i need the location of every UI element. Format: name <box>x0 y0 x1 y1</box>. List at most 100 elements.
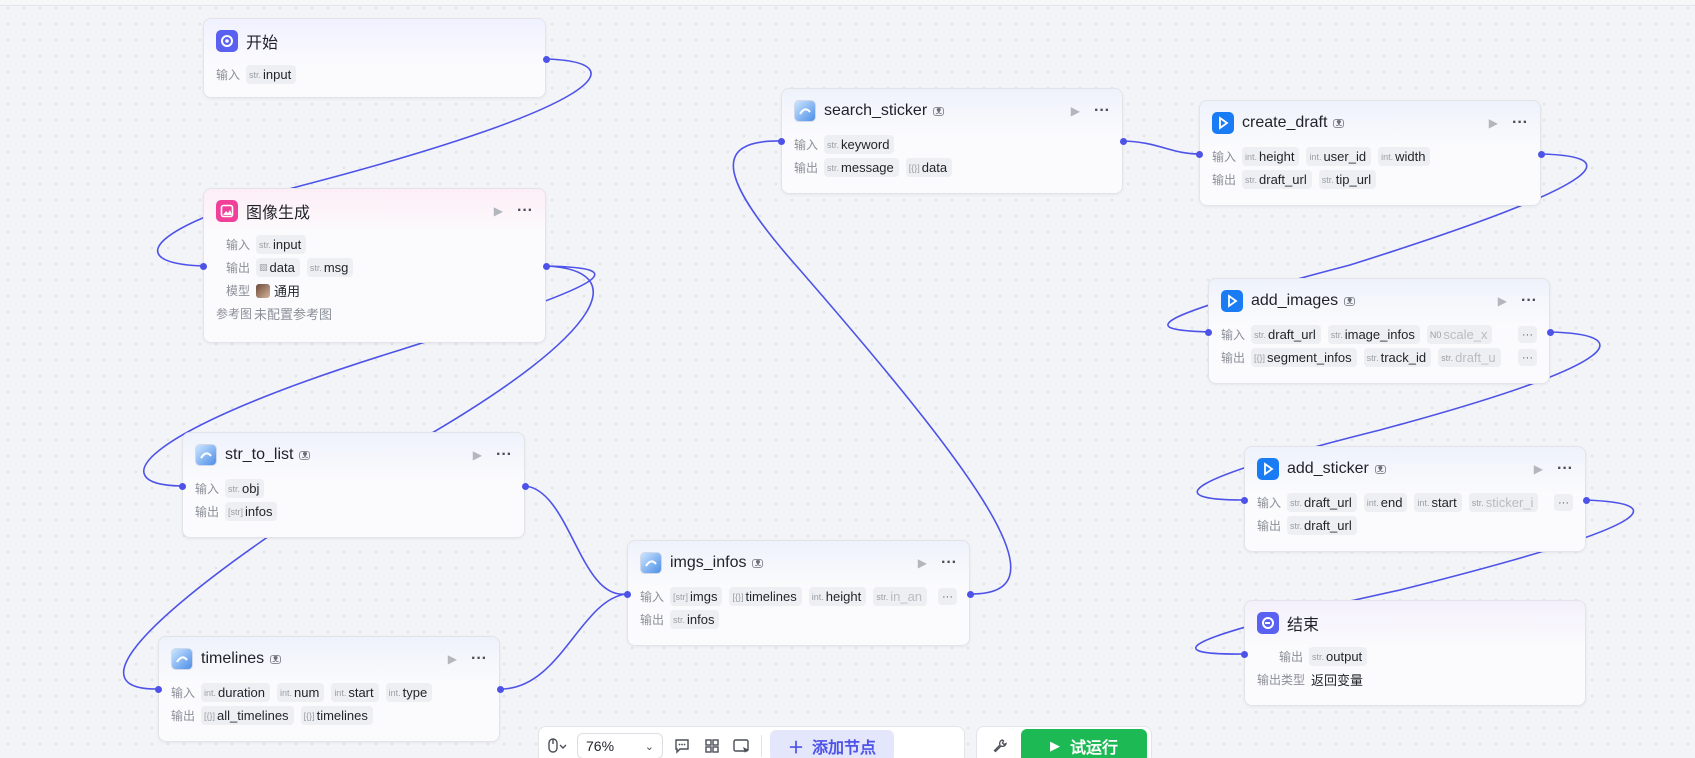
run-node-icon[interactable]: ▶ <box>1489 116 1498 130</box>
port-search-sticker-in[interactable] <box>778 138 785 145</box>
comment-icon[interactable] <box>671 738 693 754</box>
node-title: str_to_list <box>225 446 294 463</box>
test-run-button[interactable]: ▶ 试运行 <box>1021 729 1147 758</box>
node-timelines[interactable]: timelines ᴥ ▶ ··· 输入 int. duration int. nu… <box>158 636 500 742</box>
model-value: 通用 <box>274 284 301 299</box>
capcut-icon <box>1221 290 1243 312</box>
param-tag: [str] imgs <box>670 587 723 606</box>
capcut-icon <box>1257 458 1279 480</box>
plugin-badge-icon: ᴥ <box>1333 117 1345 128</box>
more-options-icon[interactable]: ··· <box>1094 103 1110 119</box>
more-params-button[interactable]: ··· <box>1518 349 1537 366</box>
port-start-out[interactable] <box>543 56 550 63</box>
run-node-icon[interactable]: ▶ <box>473 448 482 462</box>
port-image-gen-out[interactable] <box>543 263 550 270</box>
port-str-to-list-in[interactable] <box>179 483 186 490</box>
node-imgs-infos[interactable]: imgs_infos ᴥ ▶ ··· 输入 [str] imgs [{}] time… <box>627 540 970 646</box>
port-add-sticker-out[interactable] <box>1583 497 1590 504</box>
plugin-icon <box>640 552 662 574</box>
input-label: 输入 <box>216 68 241 82</box>
more-options-icon[interactable]: ··· <box>496 447 512 463</box>
param-tag: str. draft_url <box>1242 170 1312 189</box>
port-search-sticker-out[interactable] <box>1120 138 1127 145</box>
reference-label: 参考图 <box>216 307 253 321</box>
plugin-badge-icon: ᴥ <box>270 653 282 664</box>
port-str-to-list-out[interactable] <box>522 483 529 490</box>
port-add-images-out[interactable] <box>1547 329 1554 336</box>
plugin-icon <box>794 100 816 122</box>
param-tag: str. input <box>256 235 307 254</box>
node-output-row: 输出 [{}] segment_infos str. track_id str. dr… <box>1221 346 1537 369</box>
port-imgs-infos-in[interactable] <box>624 591 631 598</box>
test-run-label: 试运行 <box>1069 740 1118 757</box>
node-model-row: 模型 通用 <box>216 279 533 302</box>
minimap-icon[interactable] <box>731 738 753 754</box>
more-params-button[interactable]: ··· <box>938 588 957 605</box>
node-image-gen[interactable]: 图像生成 ▶ ··· 输入 str. input 输出 ▧ data str. msg… <box>203 188 546 343</box>
model-avatar <box>256 283 270 298</box>
port-timelines-in[interactable] <box>155 686 162 693</box>
more-options-icon[interactable]: ··· <box>941 555 957 571</box>
more-params-button[interactable]: ··· <box>1518 326 1537 343</box>
output-label: 输出 <box>171 709 196 723</box>
param-tag: [str] infos <box>225 502 278 521</box>
node-input-row: 输入 str. keyword <box>794 133 1110 156</box>
param-tag: str. msg <box>306 258 354 277</box>
port-imgs-infos-out[interactable] <box>967 591 974 598</box>
port-create-draft-out[interactable] <box>1538 151 1545 158</box>
more-params-button[interactable]: ··· <box>1554 494 1573 511</box>
wrench-icon[interactable] <box>989 738 1011 754</box>
param-tag: N0 scale_x <box>1426 325 1493 344</box>
run-node-icon[interactable]: ▶ <box>918 556 927 570</box>
node-output-row: 输出 str. draft_url <box>1257 514 1573 537</box>
node-start[interactable]: 开始 输入 str. input <box>203 18 546 98</box>
node-title: search_sticker <box>824 102 928 119</box>
port-image-gen-in[interactable] <box>200 263 207 270</box>
param-tag: int. width <box>1378 147 1431 166</box>
node-title: create_draft <box>1242 114 1328 131</box>
add-node-button[interactable]: ＋ 添加节点 <box>770 730 895 758</box>
node-end[interactable]: 结束 输出 str. output 输出类型 返回变量 <box>1244 600 1586 706</box>
end-icon <box>1257 612 1279 634</box>
mouse-mode-icon[interactable] <box>547 738 569 754</box>
more-options-icon[interactable]: ··· <box>1512 115 1528 131</box>
port-end-in[interactable] <box>1241 651 1248 658</box>
input-label: 输入 <box>1221 328 1246 342</box>
start-icon <box>216 30 238 52</box>
run-node-icon[interactable]: ▶ <box>1071 104 1080 118</box>
node-search-sticker[interactable]: search_sticker ᴥ ▶ ··· 输入 str. keyword 输出… <box>781 88 1123 194</box>
run-node-icon[interactable]: ▶ <box>448 652 457 666</box>
port-add-images-in[interactable] <box>1205 329 1212 336</box>
node-str-to-list[interactable]: str_to_list ᴥ ▶ ··· 输入 str. obj 输出 [str] i… <box>182 432 525 538</box>
more-options-icon[interactable]: ··· <box>1521 293 1537 309</box>
node-input-row: 输入 str. obj <box>195 477 512 500</box>
param-tag: str. keyword <box>824 135 895 154</box>
node-input-row: 输入 int. height int. user_id int. width <box>1212 145 1528 168</box>
more-options-icon[interactable]: ··· <box>471 651 487 667</box>
input-label: 输入 <box>1257 496 1282 510</box>
more-options-icon[interactable]: ··· <box>1557 461 1573 477</box>
port-timelines-out[interactable] <box>497 686 504 693</box>
node-title: timelines <box>201 650 265 667</box>
port-create-draft-in[interactable] <box>1196 151 1203 158</box>
node-input-row: 输入 int. duration int. num int. start int. ty… <box>171 681 487 704</box>
node-output-row: 输出 [{}] all_timelines [{}] timelines <box>171 704 487 727</box>
param-tag: int. end <box>1363 493 1408 512</box>
node-input-row: 输入 [str] imgs [{}] timelines int. height st… <box>640 585 957 608</box>
run-node-icon[interactable]: ▶ <box>494 204 503 218</box>
output-label: 输出 <box>794 161 819 175</box>
node-add-images[interactable]: add_images ᴥ ▶ ··· 输入 str. draft_url str.… <box>1208 278 1550 384</box>
canvas-top-border <box>0 0 1695 6</box>
zoom-select[interactable]: 76% ⌄ <box>577 733 663 758</box>
node-output-row: 输出 str. message [{}] data <box>794 156 1110 179</box>
input-label: 输入 <box>794 138 819 152</box>
node-create-draft[interactable]: create_draft ᴥ ▶ ··· 输入 int. height int. u… <box>1199 100 1541 206</box>
param-tag: str. draft_url <box>1287 516 1357 535</box>
run-node-icon[interactable]: ▶ <box>1534 462 1543 476</box>
node-output-row: 输出 ▧ data str. msg <box>216 256 533 279</box>
layout-icon[interactable] <box>701 738 723 754</box>
node-add-sticker[interactable]: add_sticker ᴥ ▶ ··· 输入 str. draft_url int… <box>1244 446 1586 552</box>
run-node-icon[interactable]: ▶ <box>1498 294 1507 308</box>
port-add-sticker-in[interactable] <box>1241 497 1248 504</box>
more-options-icon[interactable]: ··· <box>517 203 533 219</box>
